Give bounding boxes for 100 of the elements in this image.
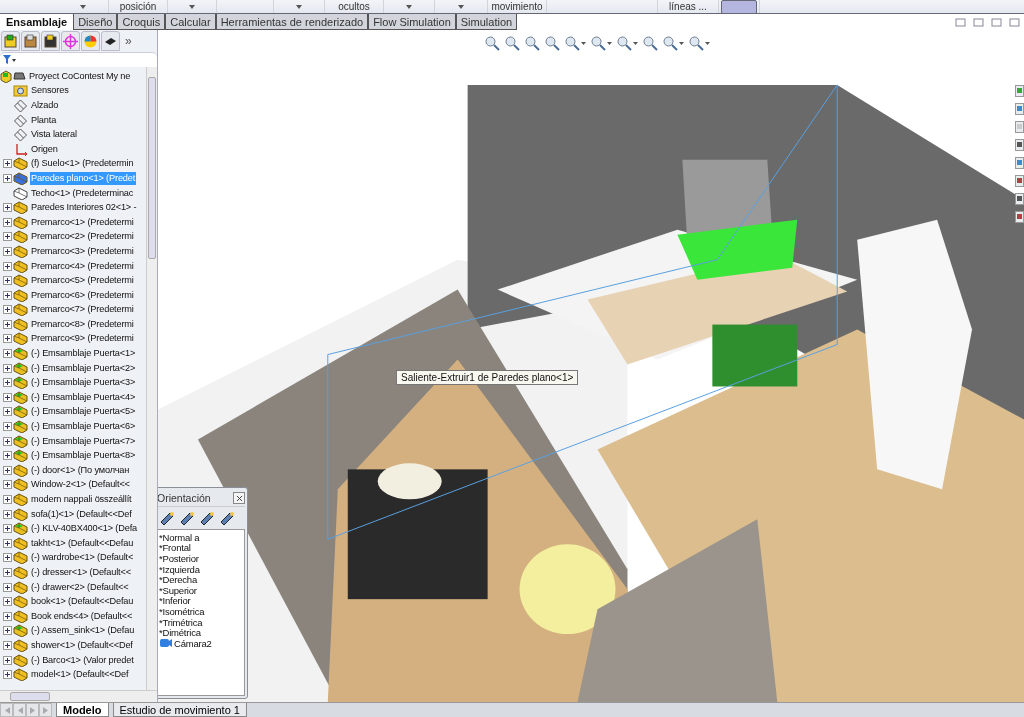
expand-icon[interactable] bbox=[3, 203, 12, 213]
tree-item[interactable]: (-) dresser<1> (Default<< bbox=[30, 566, 132, 579]
expand-icon[interactable] bbox=[3, 407, 12, 417]
pin-icon[interactable] bbox=[219, 511, 235, 525]
tree-item[interactable]: Premarco<5> (Predetermi bbox=[30, 274, 135, 288]
expand-icon[interactable] bbox=[3, 290, 12, 300]
expand-icon[interactable] bbox=[3, 655, 12, 665]
tree-item[interactable]: Premarco<8> (Predetermi bbox=[30, 317, 135, 331]
toolbar-icon[interactable] bbox=[1015, 103, 1024, 115]
view-item[interactable]: Cámara2 bbox=[174, 637, 212, 649]
tree-item[interactable]: (-) Emsamblaje Puerta<6> bbox=[30, 420, 137, 434]
zoom-area-icon[interactable] bbox=[504, 35, 520, 51]
caret-icon[interactable] bbox=[607, 41, 612, 45]
expand-icon[interactable] bbox=[3, 319, 12, 329]
tree-item[interactable]: Window-2<1> (Default<< bbox=[30, 478, 131, 492]
expand-icon[interactable] bbox=[3, 568, 12, 577]
expand-icon[interactable] bbox=[3, 173, 12, 183]
tree-item[interactable]: takht<1> (Default<<Defau bbox=[30, 536, 135, 550]
tree-item[interactable]: Alzado bbox=[30, 99, 60, 112]
expand-icon[interactable] bbox=[3, 611, 12, 621]
expand-icon[interactable] bbox=[3, 524, 12, 534]
caret-icon[interactable] bbox=[679, 41, 684, 45]
caret-icon[interactable] bbox=[633, 41, 638, 45]
panel-tab[interactable] bbox=[41, 31, 60, 51]
tree-item[interactable]: (-) Emsamblaje Puerta<3> bbox=[30, 376, 137, 390]
tree-item[interactable]: (-) Emsamblaje Puerta<5> bbox=[30, 405, 137, 419]
expand-icon[interactable] bbox=[3, 670, 12, 680]
tree-item[interactable]: (-) drawer<2> (Default<< bbox=[30, 580, 130, 594]
toolbar-icon[interactable] bbox=[1015, 157, 1024, 169]
view-item[interactable]: *Posterior bbox=[159, 553, 199, 564]
close-button[interactable] bbox=[233, 492, 245, 504]
caret-icon[interactable] bbox=[705, 41, 710, 45]
tree-item[interactable]: Paredes Interiores 02<1> - bbox=[30, 201, 138, 215]
tree-item[interactable]: (-) Emsamblaje Puerta<8> bbox=[30, 449, 137, 463]
expand-icon[interactable] bbox=[3, 378, 12, 388]
expand-icon[interactable] bbox=[3, 480, 12, 490]
tree-item[interactable]: Premarco<1> (Predetermi bbox=[30, 215, 135, 229]
expand-icon[interactable] bbox=[3, 451, 12, 461]
reset-view-icon[interactable] bbox=[199, 511, 215, 525]
expand-icon[interactable] bbox=[3, 626, 12, 636]
expand-icon[interactable] bbox=[3, 495, 12, 504]
expand-icon[interactable] bbox=[3, 232, 12, 242]
tree-item[interactable]: (-) Emsamblaje Puerta<7> bbox=[30, 434, 137, 448]
tree-item[interactable]: Book ends<4> (Default<< bbox=[30, 609, 134, 623]
expand-icon[interactable] bbox=[3, 217, 12, 227]
new-view-icon[interactable] bbox=[159, 511, 175, 525]
tree-item[interactable]: Premarco<2> (Predetermi bbox=[30, 230, 135, 244]
tree-item[interactable]: Premarco<4> (Predetermi bbox=[30, 259, 135, 273]
expand-icon[interactable] bbox=[3, 334, 12, 344]
ribbon-tab[interactable]: Diseño bbox=[73, 14, 118, 30]
view-item[interactable]: *Normal a bbox=[159, 531, 200, 543]
expand-icon[interactable] bbox=[3, 261, 12, 271]
scroll-bar[interactable] bbox=[0, 690, 157, 702]
toolbar-icon[interactable] bbox=[1015, 139, 1024, 151]
expand-icon[interactable] bbox=[3, 276, 12, 286]
tree-item[interactable]: (-) Emsamblaje Puerta<2> bbox=[30, 361, 137, 375]
expand-icon[interactable] bbox=[3, 553, 12, 563]
expand-icon[interactable] bbox=[3, 465, 12, 475]
tree-item[interactable]: Premarco<9> (Predetermi bbox=[30, 332, 135, 346]
tree-item[interactable]: Premarco<6> (Predetermi bbox=[30, 288, 135, 302]
tree-item[interactable]: (-) wardrobe<1> (Default< bbox=[30, 551, 135, 565]
caret-icon[interactable] bbox=[581, 41, 586, 45]
toolbar-icon[interactable] bbox=[1015, 193, 1024, 205]
expand-icon[interactable] bbox=[3, 246, 12, 256]
view-item[interactable]: *Dimétrica bbox=[159, 627, 201, 639]
tree-item[interactable]: Proyect CoContest My ne bbox=[28, 69, 132, 83]
tree-item[interactable]: book<1> (Default<<Defau bbox=[30, 595, 135, 609]
tree-item[interactable]: (-) KLV-40BX400<1> (Defa bbox=[30, 522, 139, 536]
expand-icon[interactable] bbox=[3, 582, 12, 592]
tree-item[interactable]: Techo<1> (Predeterminac bbox=[30, 186, 135, 200]
tree-item[interactable]: (-) Emsamblaje Puerta<1> bbox=[30, 347, 137, 361]
ribbon-tab[interactable]: Calcular bbox=[165, 14, 216, 30]
study-tab[interactable]: Estudio de movimiento 1 bbox=[112, 703, 247, 717]
tree-item[interactable]: (-) door<1> (По умолчан bbox=[30, 463, 131, 477]
caret-icon[interactable] bbox=[296, 4, 302, 9]
expand-icon[interactable] bbox=[3, 422, 12, 432]
expand-icon[interactable] bbox=[3, 597, 12, 607]
tree-item[interactable]: Premarco<3> (Predetermi bbox=[30, 244, 135, 258]
study-tab[interactable]: Modelo bbox=[56, 703, 109, 717]
tree-item[interactable]: (f) Suelo<1> (Predetermin bbox=[30, 157, 135, 171]
view-item[interactable]: *Inferior bbox=[159, 595, 191, 607]
expand-icon[interactable] bbox=[3, 392, 12, 402]
toolbar-icon[interactable] bbox=[1015, 175, 1024, 187]
expand-icon[interactable] bbox=[3, 640, 12, 650]
tree-item[interactable]: Premarco<7> (Predetermi bbox=[30, 303, 135, 317]
more-button[interactable]: » bbox=[125, 34, 132, 48]
tree-item[interactable]: sofa(1)<1> (Default<<Def bbox=[30, 507, 133, 521]
expand-icon[interactable] bbox=[3, 509, 12, 519]
ribbon-tab[interactable]: Simulation bbox=[455, 14, 518, 30]
tree-item[interactable]: (-) Emsamblaje Puerta<4> bbox=[30, 390, 137, 404]
update-view-icon[interactable] bbox=[179, 511, 195, 525]
ribbon-button[interactable] bbox=[721, 0, 757, 14]
tree-item[interactable]: Origen bbox=[30, 142, 59, 156]
tree-item[interactable]: Sensores bbox=[30, 84, 70, 98]
expand-icon[interactable] bbox=[3, 159, 12, 169]
expand-icon[interactable] bbox=[3, 538, 12, 548]
ribbon-tab[interactable]: Croquis bbox=[117, 14, 166, 30]
tree-item[interactable]: modern nappali összeállít bbox=[30, 493, 133, 506]
tree-item[interactable]: shower<1> (Default<<Def bbox=[30, 638, 134, 652]
view-item[interactable]: *Frontal bbox=[159, 542, 191, 554]
